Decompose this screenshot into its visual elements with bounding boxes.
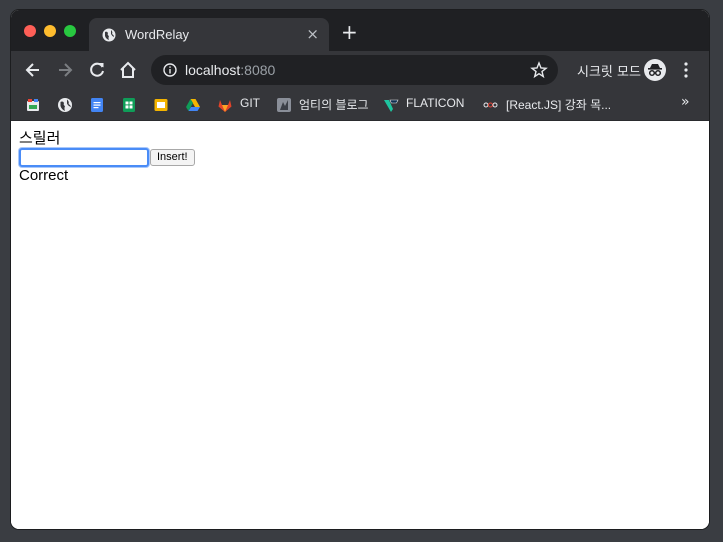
google-docs-icon[interactable] [89, 97, 105, 113]
bookmark-git[interactable]: GIT [240, 96, 260, 110]
bookmarks-bar: GIT 엄티의 블로그 FLATICON [React.JS] 강좌 목... … [11, 89, 709, 121]
back-arrow-icon[interactable] [23, 60, 43, 80]
insert-button[interactable]: Insert! [150, 149, 195, 166]
bookmark-flaticon[interactable]: FLATICON [406, 96, 464, 110]
blog-avatar-icon[interactable] [276, 97, 292, 113]
minimize-window-button[interactable] [44, 25, 56, 37]
info-icon[interactable] [163, 63, 177, 77]
kebab-menu-icon[interactable] [684, 61, 688, 79]
browser-toolbar: localhost:8080 시크릿 모드 [11, 51, 709, 89]
google-slides-icon[interactable] [153, 97, 169, 113]
title-bar: WordRelay × + [11, 10, 709, 51]
zoom-window-button[interactable] [64, 25, 76, 37]
tab-title: WordRelay [125, 27, 190, 42]
gitlab-icon[interactable] [217, 97, 233, 113]
page-content: 스릴러 Insert! Correct [11, 121, 709, 529]
url-port: :8080 [240, 62, 276, 78]
home-icon[interactable] [118, 60, 138, 80]
react-course-icon[interactable] [482, 97, 498, 113]
close-window-button[interactable] [24, 25, 36, 37]
forward-arrow-icon[interactable] [55, 60, 75, 80]
new-tab-button[interactable]: + [341, 22, 358, 42]
bookmark-star-icon[interactable] [530, 61, 548, 79]
close-tab-icon[interactable]: × [306, 25, 319, 43]
google-sheets-icon[interactable] [121, 97, 137, 113]
address-bar[interactable]: localhost:8080 [151, 55, 558, 85]
result-message: Correct [19, 167, 69, 184]
tab-wordrelay[interactable]: WordRelay × [89, 18, 329, 51]
apps-icon[interactable] [25, 97, 41, 113]
incognito-icon[interactable] [644, 59, 666, 81]
bookmarks-overflow-icon[interactable]: » [681, 94, 690, 110]
reload-icon[interactable] [87, 60, 107, 80]
url-host: localhost [185, 62, 241, 78]
google-drive-icon[interactable] [185, 97, 201, 113]
globe-icon[interactable] [57, 97, 73, 113]
globe-icon [102, 28, 116, 42]
bookmark-react-course[interactable]: [React.JS] 강좌 목... [506, 96, 611, 113]
word-input[interactable] [19, 148, 149, 167]
current-word: 스릴러 [19, 129, 61, 147]
incognito-label[interactable]: 시크릿 모드 [577, 61, 641, 80]
flaticon-icon[interactable] [383, 97, 399, 113]
url-text: localhost:8080 [185, 62, 275, 78]
browser-window: WordRelay × + localhost:8080 시크릿 모드 GIT … [11, 10, 709, 529]
bookmark-blog[interactable]: 엄티의 블로그 [299, 96, 369, 113]
